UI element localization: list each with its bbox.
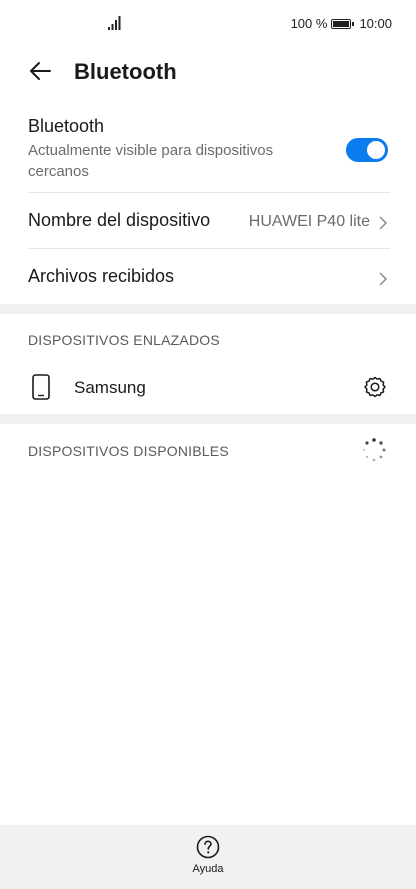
gear-icon[interactable]: [362, 374, 388, 400]
paired-device-row[interactable]: Samsung: [28, 372, 390, 404]
divider: [28, 248, 390, 249]
device-name-row[interactable]: Nombre del dispositivo HUAWEI P40 lite: [28, 210, 390, 236]
received-files-label: Archivos recibidos: [28, 266, 175, 286]
section-separator: [0, 414, 416, 424]
status-bar: 100 % 10:00: [0, 0, 416, 48]
status-right: 100 % 10:00: [291, 16, 392, 31]
page-title: Bluetooth: [74, 59, 177, 84]
bottom-bar: Ayuda: [0, 825, 416, 889]
paired-devices-header: DISPOSITIVOS ENLAZADOS: [28, 332, 220, 348]
toggle-knob: [367, 141, 385, 159]
back-arrow-icon[interactable]: [28, 58, 54, 84]
divider: [28, 192, 390, 193]
bluetooth-toggle-row[interactable]: Bluetooth Actualmente visible para dispo…: [28, 116, 390, 184]
battery-icon: [331, 18, 355, 29]
bluetooth-toggle[interactable]: [346, 138, 388, 162]
bluetooth-subtitle: Actualmente visible para dispositivos ce…: [28, 142, 274, 180]
bluetooth-label: Bluetooth: [28, 116, 105, 136]
help-label: Ayuda: [192, 863, 224, 875]
loading-spinner-icon: [362, 438, 386, 462]
chevron-right-icon: [379, 272, 388, 286]
help-icon: [196, 835, 220, 859]
bluetooth-settings-screen: 100 % 10:00 Bluetooth Bluetooth Actualme…: [0, 0, 416, 889]
received-files-row[interactable]: Archivos recibidos: [28, 266, 390, 292]
phone-icon: [32, 374, 50, 400]
chevron-right-icon: [379, 216, 388, 230]
help-button[interactable]: Ayuda: [178, 835, 238, 883]
signal-icon: [108, 16, 121, 30]
device-name-value: HUAWEI P40 lite: [248, 213, 370, 230]
battery-percent: 100 %: [290, 16, 328, 31]
section-separator: [0, 304, 416, 314]
header: Bluetooth: [0, 48, 416, 96]
clock: 10:00: [359, 16, 392, 31]
available-devices-header: DISPOSITIVOS DISPONIBLES: [28, 443, 229, 459]
device-name: Samsung: [74, 378, 146, 397]
